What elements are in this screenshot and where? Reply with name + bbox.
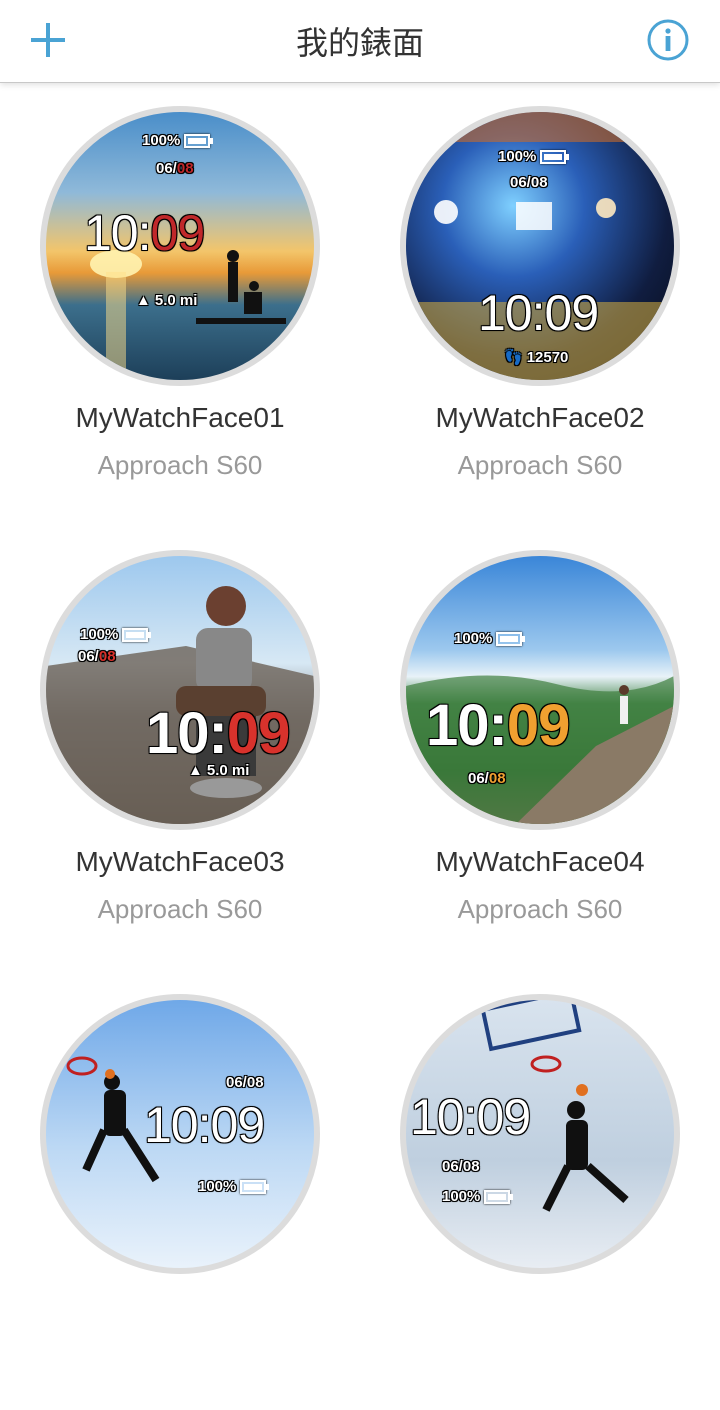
time-minutes: 09 xyxy=(506,693,571,758)
time-display: 10:09 xyxy=(144,1096,266,1154)
watch-face-grid: 100% 06/08 10:09 ▲ 5.0 mi MyWatchFace01 … xyxy=(0,82,720,1274)
battery-value: 100% xyxy=(80,626,119,643)
battery-icon xyxy=(496,631,526,646)
battery-indicator: 100% xyxy=(80,626,152,643)
date-month: 06/ xyxy=(156,160,177,177)
time-hours: 10: xyxy=(146,701,228,766)
info-button[interactable] xyxy=(646,18,690,62)
skatepark-person-image xyxy=(46,586,314,824)
watch-face-name: MyWatchFace02 xyxy=(435,402,645,433)
stat-value: 5.0 mi xyxy=(206,762,250,779)
time-minutes: 09 xyxy=(226,701,291,766)
battery-icon xyxy=(484,1189,514,1204)
date-display: 06/08 xyxy=(78,648,116,665)
date-day: 08 xyxy=(176,160,194,177)
device-name: Approach S60 xyxy=(97,450,263,480)
date-day: 08 xyxy=(488,770,506,787)
distance-icon: ▲ xyxy=(136,292,151,309)
battery-value: 100% xyxy=(142,132,181,149)
stat-value: 12570 xyxy=(526,348,569,366)
watch-face-preview[interactable]: 10:09 06/08 100% xyxy=(400,994,680,1274)
watch-face-preview[interactable]: 100% 06/08 10:09 ▲ 5.0 mi xyxy=(40,550,320,830)
time-minutes: 09 xyxy=(544,285,600,341)
page-title: 我的錶面 xyxy=(295,24,424,62)
battery-value: 100% xyxy=(198,1178,237,1195)
battery-indicator: 100% xyxy=(142,132,214,149)
time-minutes: 09 xyxy=(150,205,206,261)
time-minutes: 09 xyxy=(476,1089,532,1145)
battery-icon xyxy=(240,1179,270,1194)
time-hours: 10: xyxy=(426,693,508,758)
stat-value: 5.0 mi xyxy=(154,292,198,309)
battery-value: 100% xyxy=(442,1188,481,1205)
watch-face-preview[interactable]: 100% 10:09 06/08 xyxy=(400,550,680,830)
battery-icon xyxy=(122,627,152,642)
date-day: 08 xyxy=(462,1158,480,1175)
watch-face-preview[interactable]: 100% 06/08 10:09 ▲ 5.0 mi xyxy=(40,106,320,386)
navigation-bar: 我的錶面 xyxy=(0,0,720,83)
watch-face-card[interactable]: 06/08 10:09 100% xyxy=(0,970,360,1410)
watch-face-name: MyWatchFace04 xyxy=(435,846,645,877)
distance-stat: ▲ 5.0 mi xyxy=(188,762,249,779)
time-display: 10:09 xyxy=(426,692,571,759)
time-hours: 10: xyxy=(84,205,152,261)
watch-face-preview[interactable]: 100% 06/08 10:09 👣 12570 xyxy=(400,106,680,386)
watch-face-card[interactable]: 10:09 06/08 100% xyxy=(360,970,720,1410)
date-day: 08 xyxy=(246,1074,264,1091)
date-month: 06/ xyxy=(78,648,99,665)
steps-stat: 👣 12570 xyxy=(504,348,569,367)
device-name: Approach S60 xyxy=(97,894,263,924)
time-hours: 10: xyxy=(478,285,546,341)
date-month: 06/ xyxy=(442,1158,463,1175)
time-hours: 10: xyxy=(144,1097,212,1153)
device-name: Approach S60 xyxy=(457,450,623,480)
steps-icon: 👣 xyxy=(504,349,523,366)
battery-indicator: 100% xyxy=(498,148,570,165)
device-name: Approach S60 xyxy=(457,894,623,924)
mountain-hiker-image xyxy=(406,675,674,824)
battery-icon xyxy=(540,149,570,164)
date-display: 06/08 xyxy=(226,1074,264,1091)
battery-icon xyxy=(184,133,214,148)
date-day: 08 xyxy=(530,174,548,191)
time-minutes: 09 xyxy=(210,1097,266,1153)
date-display: 06/08 xyxy=(156,160,194,177)
watch-face-name: MyWatchFace01 xyxy=(75,402,285,433)
watch-face-card[interactable]: 100% 06/08 10:09 ▲ 5.0 mi MyWatchFace03 … xyxy=(0,526,360,966)
date-month: 06/ xyxy=(468,770,489,787)
date-display: 06/08 xyxy=(510,174,548,191)
distance-icon: ▲ xyxy=(188,762,203,779)
battery-indicator: 100% xyxy=(198,1178,270,1195)
time-display: 10:09 xyxy=(478,284,600,342)
info-icon xyxy=(647,19,689,61)
watch-face-card[interactable]: 100% 06/08 10:09 👣 12570 MyWatchFace02 A… xyxy=(360,82,720,522)
battery-value: 100% xyxy=(498,148,537,165)
date-month: 06/ xyxy=(226,1074,247,1091)
date-display: 06/08 xyxy=(442,1158,480,1175)
date-month: 06/ xyxy=(510,174,531,191)
battery-value: 100% xyxy=(454,630,493,647)
watch-face-name: MyWatchFace03 xyxy=(75,846,285,877)
distance-stat: ▲ 5.0 mi xyxy=(136,292,197,309)
watch-face-card[interactable]: 100% 10:09 06/08 MyWatchFace04 Approach … xyxy=(360,526,720,966)
time-display: 10:09 xyxy=(410,1088,532,1146)
battery-indicator: 100% xyxy=(442,1188,514,1205)
time-display: 10:09 xyxy=(84,204,206,262)
date-day: 08 xyxy=(98,648,116,665)
time-hours: 10: xyxy=(410,1089,478,1145)
time-display: 10:09 xyxy=(146,700,291,767)
battery-indicator: 100% xyxy=(454,630,526,647)
date-display: 06/08 xyxy=(468,770,506,787)
watch-face-preview[interactable]: 06/08 10:09 100% xyxy=(40,994,320,1274)
watch-face-card[interactable]: 100% 06/08 10:09 ▲ 5.0 mi MyWatchFace01 … xyxy=(0,82,360,522)
